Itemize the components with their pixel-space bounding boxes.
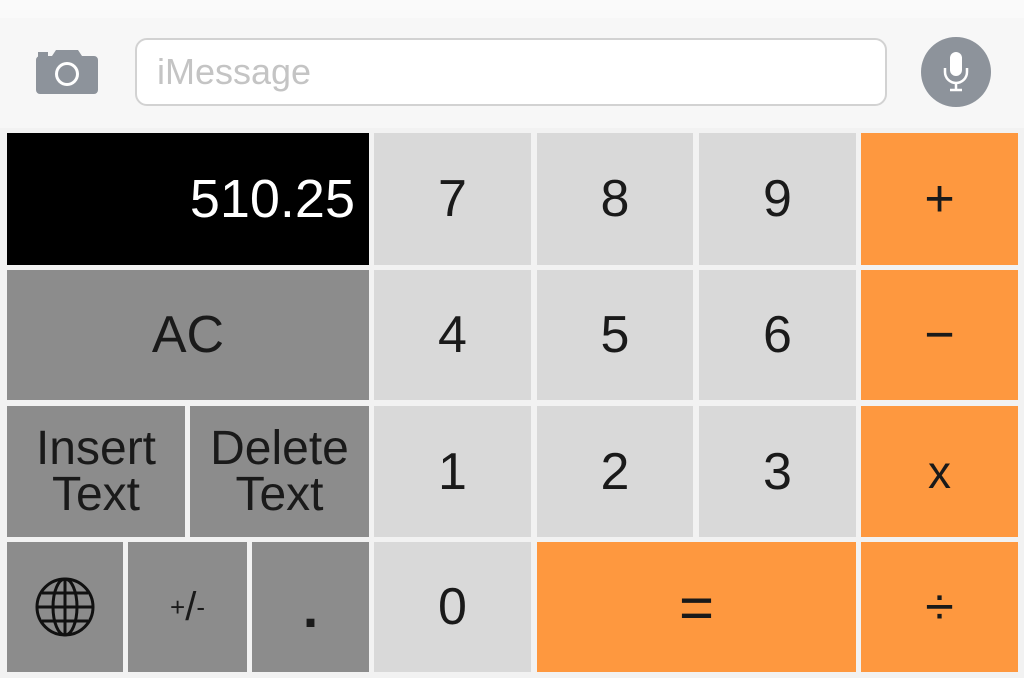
plus-minus-slash: / [185,584,197,629]
calculator-display: 510.25 [7,133,369,265]
key-4[interactable]: 4 [374,270,531,400]
insert-text-label-line1: Insert [35,421,157,475]
delete-text-button[interactable]: Delete Text [190,406,369,537]
camera-icon[interactable] [34,46,100,96]
key-multiply[interactable]: x [861,406,1018,537]
top-strip [0,0,1024,18]
insert-text-label-line2: Text [51,467,140,521]
clear-button[interactable]: AC [7,270,369,400]
calculator-keypad: 510.25 7 8 9 + AC 4 5 6 − Insert Text De… [0,128,1024,678]
key-5[interactable]: 5 [537,270,693,400]
key-equals[interactable]: = [537,542,856,672]
message-bar: iMessage [0,18,1024,128]
delete-text-label-line1: Delete [210,421,349,475]
key-0[interactable]: 0 [374,542,531,672]
key-3[interactable]: 3 [699,406,856,537]
key-divide[interactable]: ÷ [861,542,1018,672]
plus-minus-plus: + [170,591,186,622]
plus-minus-minus: - [196,591,205,622]
delete-text-label-line2: Text [235,467,324,521]
key-2[interactable]: 2 [537,406,693,537]
key-9[interactable]: 9 [699,133,856,265]
key-6[interactable]: 6 [699,270,856,400]
globe-icon [35,577,95,637]
key-8[interactable]: 8 [537,133,693,265]
key-7[interactable]: 7 [374,133,531,265]
key-plus[interactable]: + [861,133,1018,265]
key-1[interactable]: 1 [374,406,531,537]
decimal-button[interactable]: . [252,542,369,672]
globe-button[interactable] [7,542,123,672]
insert-text-button[interactable]: Insert Text [7,406,185,537]
message-input[interactable]: iMessage [135,38,887,106]
plus-minus-button[interactable]: + / - [128,542,247,672]
microphone-icon[interactable] [921,37,991,107]
key-minus[interactable]: − [861,270,1018,400]
